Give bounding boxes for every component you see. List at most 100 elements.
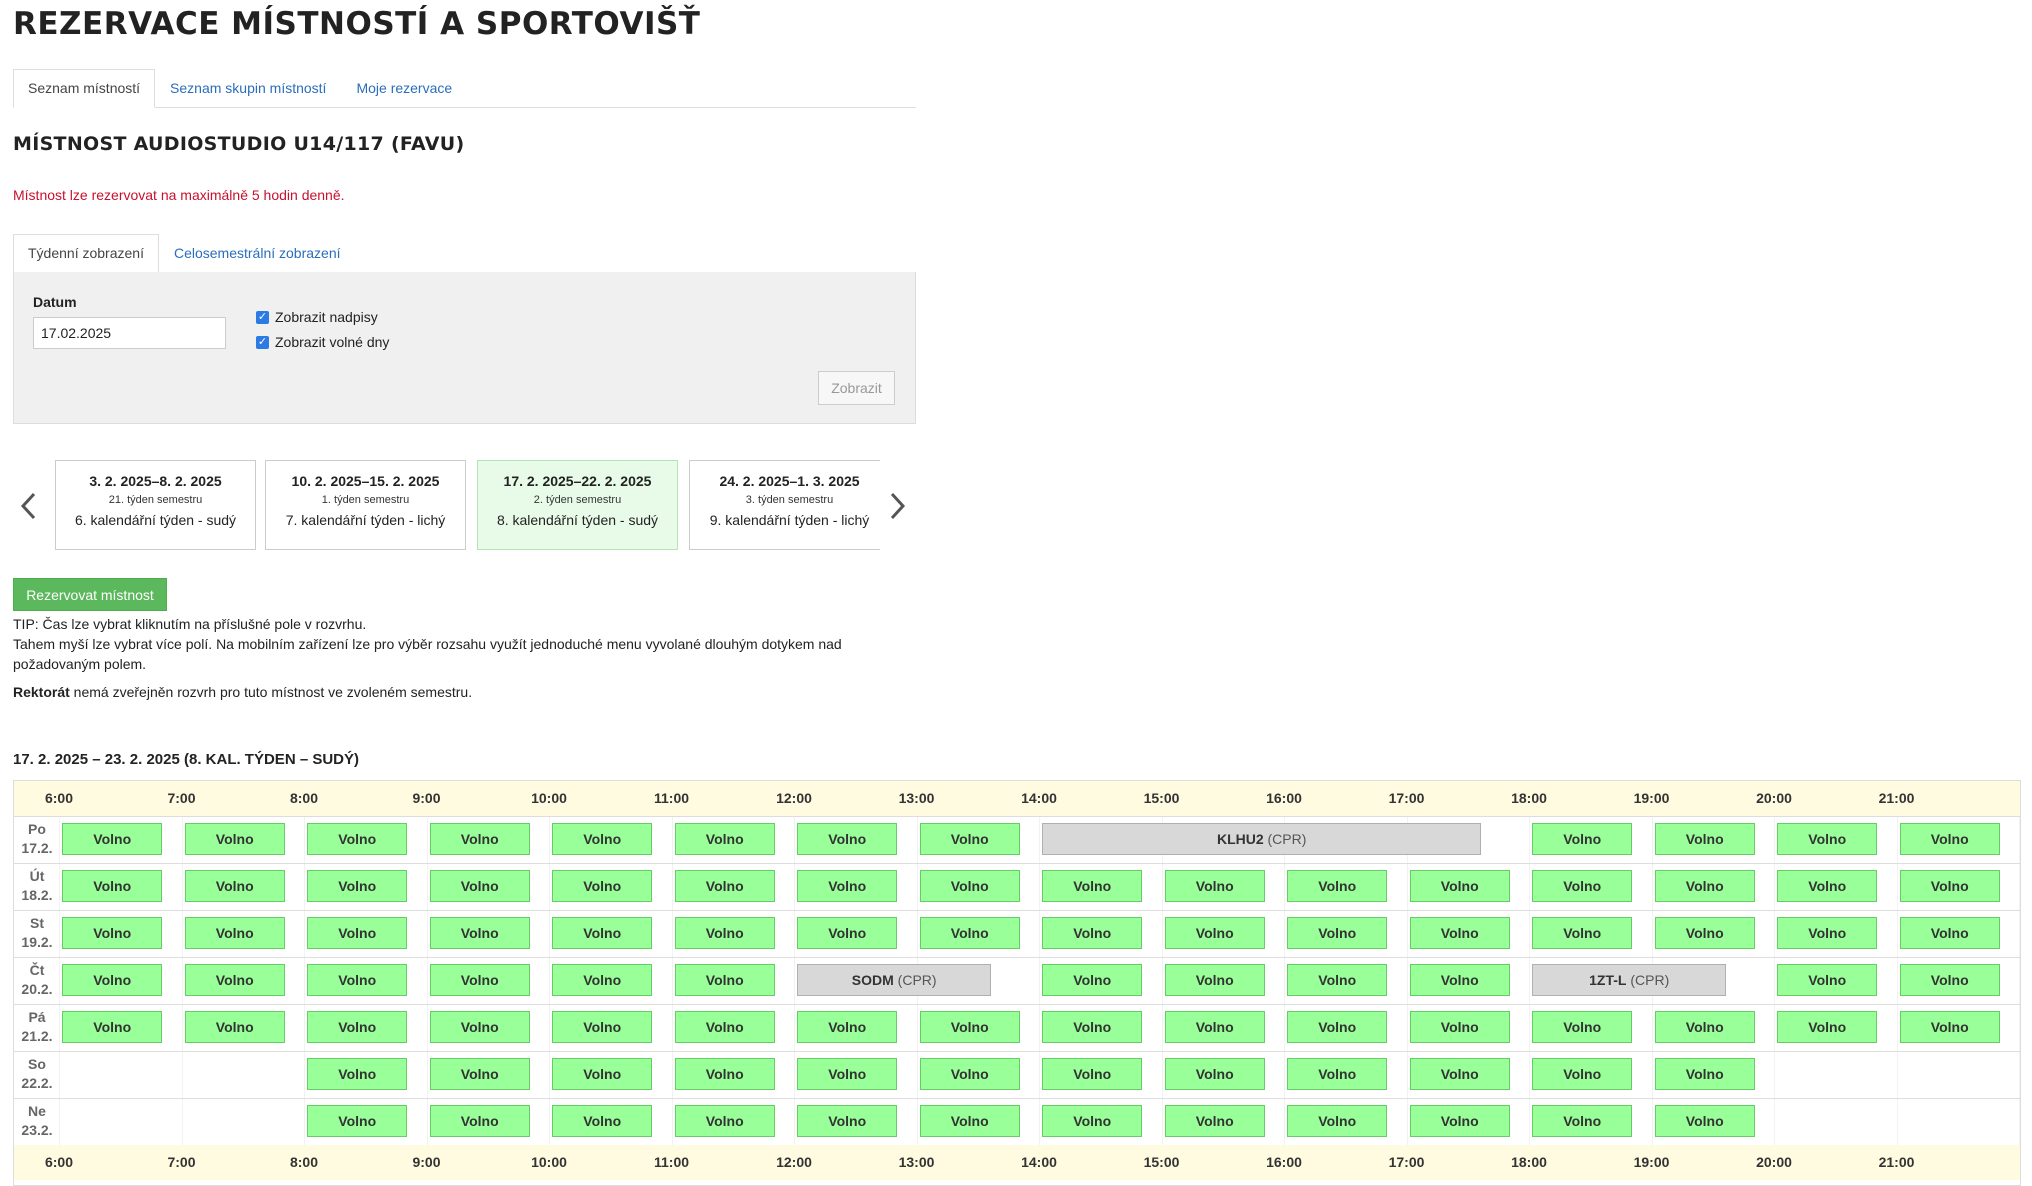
free-slot[interactable]: Volno <box>674 917 775 949</box>
free-slot[interactable]: Volno <box>429 1011 530 1043</box>
free-slot[interactable]: Volno <box>552 917 653 949</box>
free-slot[interactable]: Volno <box>62 870 163 902</box>
free-slot[interactable]: Volno <box>1777 870 1878 902</box>
free-slot[interactable]: Volno <box>429 870 530 902</box>
free-slot[interactable]: Volno <box>1899 823 2000 855</box>
free-slot[interactable]: Volno <box>1164 1105 1265 1137</box>
free-slot[interactable]: Volno <box>552 870 653 902</box>
free-slot[interactable]: Volno <box>552 1011 653 1043</box>
free-slot[interactable]: Volno <box>1899 964 2000 996</box>
tab-room-list[interactable]: Seznam místností <box>13 69 156 108</box>
free-slot[interactable]: Volno <box>797 1011 898 1043</box>
free-slot[interactable]: Volno <box>1164 1011 1265 1043</box>
free-slot[interactable]: Volno <box>184 1011 285 1043</box>
free-slot[interactable]: Volno <box>919 1011 1020 1043</box>
free-slot[interactable]: Volno <box>429 1058 530 1090</box>
free-slot[interactable]: Volno <box>674 870 775 902</box>
checkbox-checked-icon[interactable]: ✓ <box>256 335 269 349</box>
free-slot[interactable]: Volno <box>1654 917 1755 949</box>
week-card[interactable]: 3. 2. 2025–8. 2. 2025 21. týden semestru… <box>55 460 256 550</box>
free-slot[interactable]: Volno <box>1532 1011 1633 1043</box>
date-input[interactable] <box>33 317 226 349</box>
free-slot[interactable]: Volno <box>1287 1011 1388 1043</box>
show-button[interactable]: Zobrazit <box>818 371 895 405</box>
free-slot[interactable]: Volno <box>919 917 1020 949</box>
free-slot[interactable]: Volno <box>307 1105 408 1137</box>
free-slot[interactable]: Volno <box>797 1105 898 1137</box>
free-slot[interactable]: Volno <box>1287 870 1388 902</box>
free-slot[interactable]: Volno <box>1164 1058 1265 1090</box>
free-slot[interactable]: Volno <box>1777 823 1878 855</box>
free-slot[interactable]: Volno <box>429 917 530 949</box>
free-slot[interactable]: Volno <box>1532 917 1633 949</box>
free-slot[interactable]: Volno <box>307 917 408 949</box>
free-slot[interactable]: Volno <box>1899 1011 2000 1043</box>
free-slot[interactable]: Volno <box>552 823 653 855</box>
free-slot[interactable]: Volno <box>184 823 285 855</box>
free-slot[interactable]: Volno <box>429 823 530 855</box>
free-slot[interactable]: Volno <box>1899 870 2000 902</box>
free-slot[interactable]: Volno <box>674 964 775 996</box>
free-slot[interactable]: Volno <box>1409 1058 1510 1090</box>
tab-room-groups[interactable]: Seznam skupin místností <box>155 69 341 108</box>
free-slot[interactable]: Volno <box>62 1011 163 1043</box>
free-slot[interactable]: Volno <box>1164 870 1265 902</box>
free-slot[interactable]: Volno <box>674 1011 775 1043</box>
free-slot[interactable]: Volno <box>674 1105 775 1137</box>
free-slot[interactable]: Volno <box>1042 1058 1143 1090</box>
free-slot[interactable]: Volno <box>1042 1105 1143 1137</box>
free-slot[interactable]: Volno <box>307 823 408 855</box>
free-slot[interactable]: Volno <box>674 1058 775 1090</box>
free-slot[interactable]: Volno <box>1409 1011 1510 1043</box>
tab-semester-view[interactable]: Celosemestrální zobrazení <box>159 234 356 273</box>
free-slot[interactable]: Volno <box>1287 1105 1388 1137</box>
free-slot[interactable]: Volno <box>62 964 163 996</box>
free-slot[interactable]: Volno <box>62 823 163 855</box>
free-slot[interactable]: Volno <box>674 823 775 855</box>
free-slot[interactable]: Volno <box>797 1058 898 1090</box>
free-slot[interactable]: Volno <box>1164 917 1265 949</box>
free-slot[interactable]: Volno <box>1042 870 1143 902</box>
free-slot[interactable]: Volno <box>307 1011 408 1043</box>
free-slot[interactable]: Volno <box>552 1105 653 1137</box>
free-slot[interactable]: Volno <box>1164 964 1265 996</box>
free-slot[interactable]: Volno <box>1532 823 1633 855</box>
week-card[interactable]: 10. 2. 2025–15. 2. 2025 1. týden semestr… <box>265 460 466 550</box>
free-slot[interactable]: Volno <box>1654 870 1755 902</box>
free-slot[interactable]: Volno <box>184 964 285 996</box>
free-slot[interactable]: Volno <box>552 1058 653 1090</box>
show-labels-checkbox-row[interactable]: ✓ Zobrazit nadpisy <box>256 309 378 325</box>
free-slot[interactable]: Volno <box>1532 1058 1633 1090</box>
free-slot[interactable]: Volno <box>1042 1011 1143 1043</box>
prev-week-button[interactable] <box>14 484 44 528</box>
free-slot[interactable]: Volno <box>1654 1058 1755 1090</box>
free-slot[interactable]: Volno <box>919 1105 1020 1137</box>
free-slot[interactable]: Volno <box>797 917 898 949</box>
free-slot[interactable]: Volno <box>552 964 653 996</box>
free-slot[interactable]: Volno <box>429 1105 530 1137</box>
free-slot[interactable]: Volno <box>429 964 530 996</box>
free-slot[interactable]: Volno <box>307 870 408 902</box>
free-slot[interactable]: Volno <box>1777 917 1878 949</box>
free-slot[interactable]: Volno <box>1287 1058 1388 1090</box>
free-slot[interactable]: Volno <box>1287 917 1388 949</box>
reserve-room-button[interactable]: Rezervovat místnost <box>13 578 167 611</box>
free-slot[interactable]: Volno <box>919 870 1020 902</box>
week-card[interactable]: 24. 2. 2025–1. 3. 2025 3. týden semestru… <box>689 460 880 550</box>
free-slot[interactable]: Volno <box>1409 870 1510 902</box>
free-slot[interactable]: Volno <box>1042 964 1143 996</box>
free-slot[interactable]: Volno <box>1409 1105 1510 1137</box>
free-slot[interactable]: Volno <box>1042 917 1143 949</box>
free-slot[interactable]: Volno <box>62 917 163 949</box>
free-slot[interactable]: Volno <box>1777 1011 1878 1043</box>
checkbox-checked-icon[interactable]: ✓ <box>256 310 269 324</box>
tab-my-reservations[interactable]: Moje rezervace <box>341 69 467 108</box>
free-slot[interactable]: Volno <box>797 823 898 855</box>
next-week-button[interactable] <box>882 484 912 528</box>
show-free-days-checkbox-row[interactable]: ✓ Zobrazit volné dny <box>256 334 389 350</box>
free-slot[interactable]: Volno <box>184 917 285 949</box>
week-card-current[interactable]: 17. 2. 2025–22. 2. 2025 2. týden semestr… <box>477 460 678 550</box>
free-slot[interactable]: Volno <box>307 964 408 996</box>
free-slot[interactable]: Volno <box>1287 964 1388 996</box>
free-slot[interactable]: Volno <box>1532 870 1633 902</box>
